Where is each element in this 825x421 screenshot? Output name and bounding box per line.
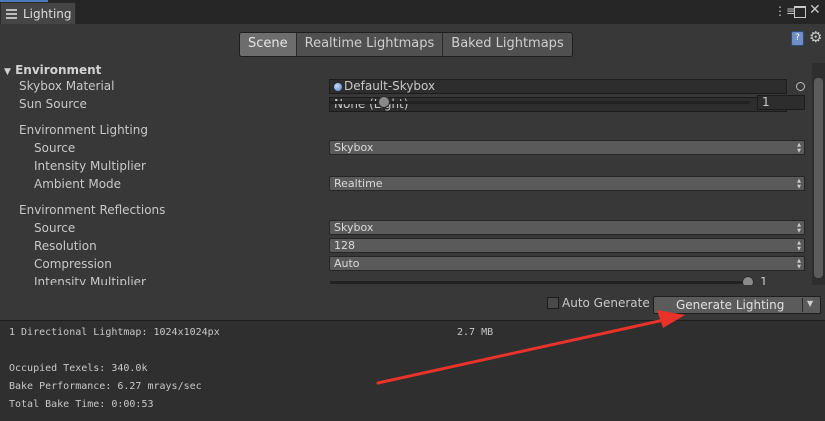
window-tab-title: Lighting xyxy=(23,7,72,21)
hamburger-icon xyxy=(6,9,17,19)
reflections-source-dropdown[interactable]: Skybox ▲ ▼ xyxy=(329,220,805,235)
environment-header: Environment xyxy=(15,63,102,77)
reflection-intensity-slider-thumb[interactable] xyxy=(742,276,754,285)
compression-label: Compression xyxy=(34,257,112,271)
foldout-triangle-icon: ▼ xyxy=(4,67,11,77)
ambient-mode-value: Realtime xyxy=(334,177,383,190)
skybox-material-label: Skybox Material xyxy=(19,79,115,93)
sun-source-value: None (Light) xyxy=(334,97,409,111)
generate-lighting-label: Generate Lighting xyxy=(676,298,785,312)
skybox-material-value: Default-Skybox xyxy=(344,79,436,93)
stats-lightmaps: 1 Directional Lightmap: 1024x1024px xyxy=(9,327,220,338)
resolution-value: 128 xyxy=(334,239,355,252)
reflection-intensity-label: Intensity Multiplier xyxy=(34,275,146,285)
intensity-multiplier-label: Intensity Multiplier xyxy=(34,159,146,173)
dropdown-arrows-icon: ▲ ▼ xyxy=(797,142,801,154)
reflection-intensity-slider-track[interactable] xyxy=(330,281,750,284)
ambient-mode-label: Ambient Mode xyxy=(34,177,122,191)
maximize-icon[interactable] xyxy=(794,6,806,18)
intensity-slider-track[interactable] xyxy=(330,101,750,104)
window-tab-lighting[interactable]: Lighting xyxy=(0,2,76,24)
dropdown-arrows-icon: ▲ ▼ xyxy=(797,258,801,270)
lightmap-stats-panel: 1 Directional Lightmap: 1024x1024px 2.7 … xyxy=(0,320,825,421)
stats-bake-performance: Bake Performance: 6.27 mrays/sec xyxy=(9,381,202,392)
window-title-bar xyxy=(0,0,825,24)
environment-foldout[interactable]: ▼ Environment xyxy=(4,63,101,77)
gear-icon[interactable]: ⚙ xyxy=(809,28,822,46)
tab-scene[interactable]: Scene xyxy=(240,33,297,56)
dropdown-arrows-icon: ▲ ▼ xyxy=(797,240,801,252)
auto-generate-checkbox[interactable] xyxy=(547,297,559,309)
button-separator xyxy=(802,298,803,312)
lighting-source-label: Source xyxy=(34,141,76,155)
reflections-source-label: Source xyxy=(34,221,76,235)
lighting-source-dropdown[interactable]: Skybox ▲ ▼ xyxy=(329,140,805,155)
sun-source-field[interactable]: None (Light) xyxy=(329,97,787,112)
tab-realtime-lightmaps[interactable]: Realtime Lightmaps xyxy=(296,33,444,56)
environment-reflections-header: Environment Reflections xyxy=(19,203,166,217)
object-picker-icon[interactable] xyxy=(796,82,805,91)
menu-dots-icon[interactable]: ⋮≡ xyxy=(774,4,796,18)
help-book-icon[interactable]: ? xyxy=(791,31,804,46)
lighting-tab-bar: Scene Realtime Lightmaps Baked Lightmaps xyxy=(239,32,573,57)
close-icon[interactable]: ✕ xyxy=(809,2,821,18)
resolution-label: Resolution xyxy=(34,239,97,253)
compression-dropdown[interactable]: Auto ▲ ▼ xyxy=(329,256,805,271)
scrollbar-thumb[interactable] xyxy=(814,78,823,278)
stats-occupied-texels: Occupied Texels: 340.0k xyxy=(9,363,148,374)
dropdown-arrows-icon: ▲ ▼ xyxy=(797,222,801,234)
environment-lighting-header: Environment Lighting xyxy=(19,123,148,137)
reflection-intensity-value[interactable]: 1 xyxy=(760,275,768,285)
sun-source-label: Sun Source xyxy=(19,97,87,111)
tab-baked-lightmaps[interactable]: Baked Lightmaps xyxy=(443,33,572,56)
skybox-material-icon xyxy=(334,83,342,91)
reflections-source-value: Skybox xyxy=(334,221,374,234)
dropdown-arrows-icon: ▲ ▼ xyxy=(797,178,801,190)
compression-value: Auto xyxy=(334,257,360,270)
resolution-dropdown[interactable]: 128 ▲ ▼ xyxy=(329,238,805,253)
skybox-material-field[interactable]: Default-Skybox xyxy=(329,79,787,94)
lighting-source-value: Skybox xyxy=(334,141,374,154)
ambient-mode-dropdown[interactable]: Realtime ▲ ▼ xyxy=(329,176,805,191)
environment-settings-panel: ▼ Environment Skybox Material Default-Sk… xyxy=(0,63,812,285)
intensity-value-field[interactable]: 1 xyxy=(757,95,805,110)
stats-total-bake-time: Total Bake Time: 0:00:53 xyxy=(9,399,154,410)
intensity-slider-thumb[interactable] xyxy=(378,96,390,108)
chevron-down-icon[interactable]: ▼ xyxy=(807,299,813,308)
stats-size: 2.7 MB xyxy=(457,327,494,338)
auto-generate-label: Auto Generate xyxy=(562,296,650,310)
